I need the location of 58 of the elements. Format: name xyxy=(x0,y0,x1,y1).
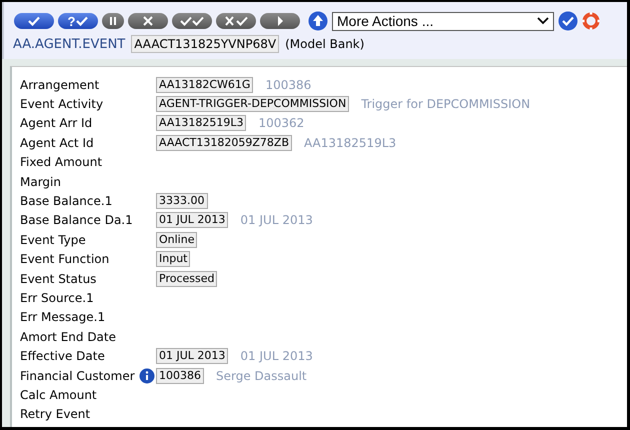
field-label: Arrangement xyxy=(20,78,100,92)
upload-icon[interactable] xyxy=(308,11,328,31)
field-value: 01 JUL 2013 xyxy=(156,212,228,228)
toolbar-button[interactable] xyxy=(260,13,300,29)
record-id-field: AAACT131825YVNP68V xyxy=(131,35,280,53)
field-description: 01 JUL 2013 xyxy=(240,349,313,364)
check-icon[interactable] xyxy=(558,11,578,31)
field-label: Event Status xyxy=(20,272,96,286)
field-label: Margin xyxy=(20,174,61,189)
check-icon xyxy=(76,16,88,26)
field-value: AA13182CW61G xyxy=(156,76,254,93)
lifebuoy-icon[interactable] xyxy=(582,12,600,30)
field-description: 01 JUL 2013 xyxy=(240,213,313,228)
field-value: 3333.00 xyxy=(156,193,208,210)
application-name: AA.AGENT.EVENT xyxy=(13,36,126,52)
toolbar-button[interactable]: ? xyxy=(58,13,98,29)
field-description: Serge Dassault xyxy=(216,368,307,383)
pause-icon xyxy=(107,16,119,26)
field-label: Agent Act Id xyxy=(20,136,94,150)
field-label: Err Message.1 xyxy=(20,310,106,324)
field-description: 100362 xyxy=(258,116,304,130)
field-value: Processed xyxy=(156,270,218,287)
field-value: 01 JUL 2013 xyxy=(156,348,228,364)
field-description: 100386 xyxy=(265,78,312,92)
field-label: Base Balance.1 xyxy=(20,194,112,208)
field-value: Online xyxy=(156,232,198,248)
field-label: Agent Arr Id xyxy=(20,116,92,130)
field-label: Effective Date xyxy=(20,349,105,364)
toolbar-button[interactable] xyxy=(128,13,168,29)
field-value: AAACT13182059Z78ZB xyxy=(156,134,292,151)
more-actions-dropdown[interactable]: More Actions ... xyxy=(332,12,554,30)
toolbar-button[interactable] xyxy=(102,13,124,29)
info-icon[interactable] xyxy=(138,368,155,384)
field-description: AA13182519L3 xyxy=(304,136,396,150)
field-label: Base Balance Da.1 xyxy=(20,213,133,228)
chevron-down-icon xyxy=(537,17,549,25)
double-check-icon xyxy=(180,16,204,26)
company-name: (Model Bank) xyxy=(285,37,364,51)
cross-check-icon xyxy=(224,16,248,26)
field-label: Fixed Amount xyxy=(20,155,102,170)
field-label: Event Function xyxy=(20,252,110,266)
field-value: 100386 xyxy=(156,368,204,384)
field-description: Trigger for DEPCOMMISSION xyxy=(361,97,530,112)
field-label: Event Activity xyxy=(20,97,104,112)
field-value: AA13182519L3 xyxy=(156,115,246,132)
field-label: Err Source.1 xyxy=(20,290,94,305)
field-label: Financial Customer xyxy=(20,368,135,383)
field-label: Amort End Date xyxy=(20,330,116,344)
field-label: Calc Amount xyxy=(20,388,97,402)
toolbar-button[interactable] xyxy=(172,13,212,29)
field-label: Event Type xyxy=(20,232,86,247)
toolbar-button[interactable] xyxy=(14,13,54,29)
field-value: Input xyxy=(156,251,190,268)
field-label: Retry Event xyxy=(20,407,90,422)
close-icon xyxy=(142,16,154,26)
check-icon xyxy=(28,16,40,26)
toolbar-button[interactable] xyxy=(216,13,256,29)
field-value: AGENT-TRIGGER-DEPCOMMISSION xyxy=(156,96,350,112)
